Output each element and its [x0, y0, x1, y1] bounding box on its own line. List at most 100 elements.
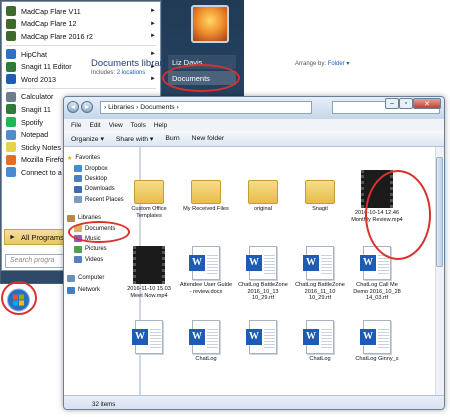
file-item[interactable]: W ChatLog — [179, 320, 233, 363]
item-count: 32 items — [92, 401, 116, 408]
word-document-icon: W — [360, 320, 391, 354]
document-lines — [264, 327, 275, 349]
menu-item[interactable]: Edit — [89, 122, 100, 129]
document-lines — [150, 327, 161, 349]
word-document-icon: W — [303, 320, 334, 354]
library-icon — [67, 214, 75, 222]
arrange-by: Arrange by: Folder ▾ — [295, 60, 349, 67]
nav-favorites-label: Favorites — [75, 155, 101, 162]
menu-item[interactable]: View — [109, 122, 123, 129]
close-button[interactable]: ✕ — [413, 98, 441, 109]
program-icon — [6, 154, 16, 165]
locations-link[interactable]: 2 locations — [117, 70, 146, 76]
star-icon: ★ — [67, 155, 73, 162]
program-label: MadCap Flare 2016 r2 — [21, 31, 93, 41]
program-label: HipChat — [21, 49, 47, 59]
document-lines — [264, 253, 275, 275]
program-icon — [6, 142, 16, 153]
arrange-dropdown[interactable]: Folder ▾ — [328, 61, 350, 67]
program-icon — [6, 31, 16, 42]
organize-button[interactable]: Organize ▾ — [71, 135, 104, 143]
file-item[interactable]: original — [236, 170, 290, 213]
file-item[interactable]: W — [236, 320, 290, 356]
menu-item[interactable]: File — [71, 122, 81, 129]
nav-item-icon — [74, 175, 82, 183]
folder-icon — [134, 180, 164, 204]
file-item[interactable]: My Received Files — [179, 170, 233, 213]
program-icon — [6, 74, 16, 85]
document-lines — [321, 327, 332, 349]
program-icon — [6, 18, 16, 29]
share-with-button[interactable]: Share with ▾ — [116, 135, 153, 143]
nav-item-label: Dropbox — [85, 165, 108, 172]
program-label: Mozilla Firefo — [21, 155, 64, 165]
address-bar[interactable]: › Libraries › Documents › — [100, 101, 312, 114]
command-bar: Organize ▾ Share with ▾ Burn New folder — [64, 131, 444, 147]
file-name: original — [253, 206, 273, 212]
program-label: Snagit 11 — [21, 104, 51, 114]
menu-item[interactable]: Tools — [131, 122, 146, 129]
folder-icon — [191, 180, 221, 204]
file-item[interactable]: W ChatLog BattleZone 2016_10_13 10_29.rtf — [236, 246, 290, 302]
word-document-icon: W — [246, 320, 277, 354]
file-name: ChatLog Ginny_s — [355, 356, 399, 362]
scrollbar-thumb[interactable] — [436, 157, 443, 267]
word-logo-icon: W — [303, 255, 319, 271]
file-item[interactable]: W ChatLog Ginny_s — [350, 320, 404, 363]
minimize-button[interactable]: – — [385, 98, 399, 109]
nav-favorites[interactable]: ★ Favorites — [64, 153, 139, 163]
new-folder-button[interactable]: New folder — [192, 135, 225, 142]
includes-label: Includes: — [91, 70, 116, 76]
folder-icon — [248, 180, 278, 204]
program-item[interactable]: MadCap Flare V11 ► — [2, 5, 160, 18]
program-item[interactable]: MadCap Flare 12 ► — [2, 18, 160, 31]
program-icon — [6, 167, 16, 178]
file-name: 2016-11-10 15.03 Meet Now.mp4 — [127, 286, 171, 299]
document-lines — [321, 253, 332, 275]
submenu-arrow-icon: ► — [150, 76, 156, 83]
file-item[interactable]: 2016-11-10 15.03 Meet Now.mp4 — [122, 246, 176, 299]
file-name: ChatLog BattleZone 2016_10_13 10_29.rtf — [238, 282, 288, 302]
word-logo-icon: W — [189, 329, 205, 345]
word-logo-icon: W — [132, 329, 148, 345]
nav-item-label: Desktop — [85, 175, 108, 182]
nav-item-label: Recent Places — [85, 196, 124, 203]
menu-item[interactable]: Help — [154, 122, 167, 129]
file-name: Attendee User Guide - review.docx — [179, 282, 233, 295]
status-bar: 32 items — [64, 395, 444, 409]
word-logo-icon: W — [360, 255, 376, 271]
maximize-button[interactable]: ▫ — [399, 98, 413, 109]
word-document-icon: W — [189, 320, 220, 354]
program-icon — [6, 61, 16, 72]
file-name: My Received Files — [183, 206, 229, 212]
nav-item-label: Videos — [85, 256, 104, 263]
windows-start-orb-icon[interactable] — [0, 284, 37, 314]
program-item[interactable]: MadCap Flare 2016 r2 ► — [2, 30, 160, 43]
file-item[interactable]: W Attendee User Guide - review.docx — [179, 246, 233, 295]
nav-item-icon — [74, 256, 82, 264]
computer-icon — [67, 274, 75, 282]
program-icon — [6, 49, 16, 60]
program-label: Notepad — [21, 130, 49, 140]
submenu-arrow-icon: ► — [150, 8, 156, 15]
file-item[interactable]: Snagit — [293, 170, 347, 213]
back-arrow-icon[interactable]: ◄ — [67, 101, 79, 113]
submenu-arrow-icon: ► — [150, 33, 156, 40]
program-label: Connect to a — [21, 167, 62, 177]
menu-separator — [6, 87, 156, 89]
file-item[interactable]: W — [122, 320, 176, 356]
file-item[interactable]: Custom Office Templates — [122, 170, 176, 219]
program-label: MadCap Flare V11 — [21, 6, 81, 16]
word-logo-icon: W — [246, 329, 262, 345]
file-item[interactable]: W ChatLog BattleZone 2016_11_10 10_29.rtf — [293, 246, 347, 302]
nav-item-icon — [74, 245, 82, 253]
word-document-icon: W — [246, 246, 277, 280]
file-item[interactable]: W ChatLog — [293, 320, 347, 363]
program-icon — [6, 129, 16, 140]
document-lines — [207, 327, 218, 349]
burn-button[interactable]: Burn — [165, 135, 179, 142]
forward-arrow-icon[interactable]: ► — [81, 101, 93, 113]
file-name: Custom Office Templates — [131, 206, 167, 219]
arrange-label: Arrange by: — [295, 61, 327, 67]
user-avatar[interactable] — [191, 5, 229, 43]
